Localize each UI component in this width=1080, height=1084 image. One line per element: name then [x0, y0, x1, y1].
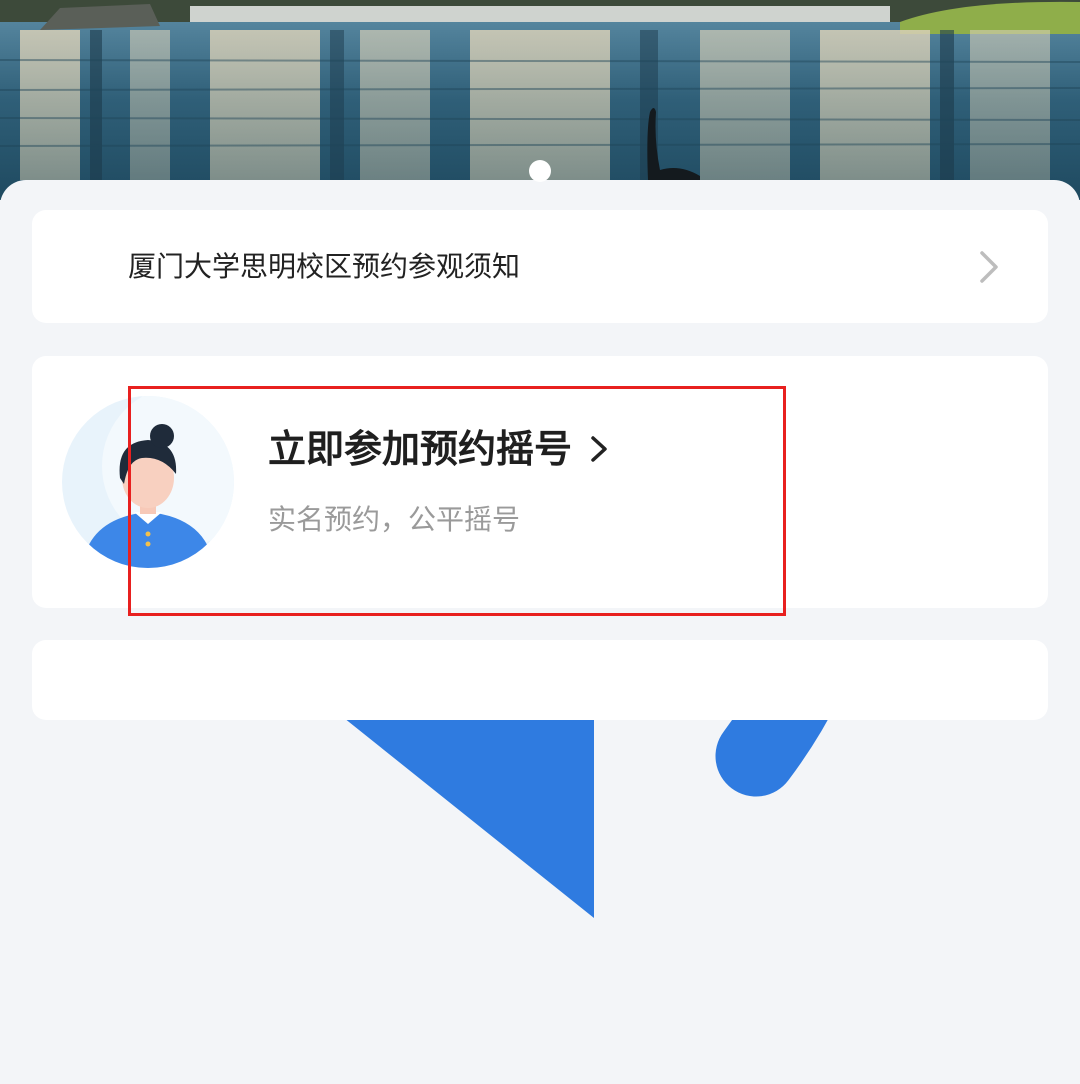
chevron-right-icon: [591, 436, 607, 462]
next-card[interactable]: [32, 640, 1048, 720]
chevron-right-icon: [980, 251, 998, 283]
reservation-title: 立即参加预约摇号: [268, 427, 573, 471]
reservation-subtitle: 实名预约，公平摇号: [268, 503, 521, 536]
carousel-indicator-dot: [529, 160, 551, 182]
user-avatar-illustration: [62, 396, 234, 568]
reservation-title-link[interactable]: 立即参加预约摇号: [268, 420, 612, 478]
notice-text: 厦门大学思明校区预约参观须知: [128, 250, 521, 283]
